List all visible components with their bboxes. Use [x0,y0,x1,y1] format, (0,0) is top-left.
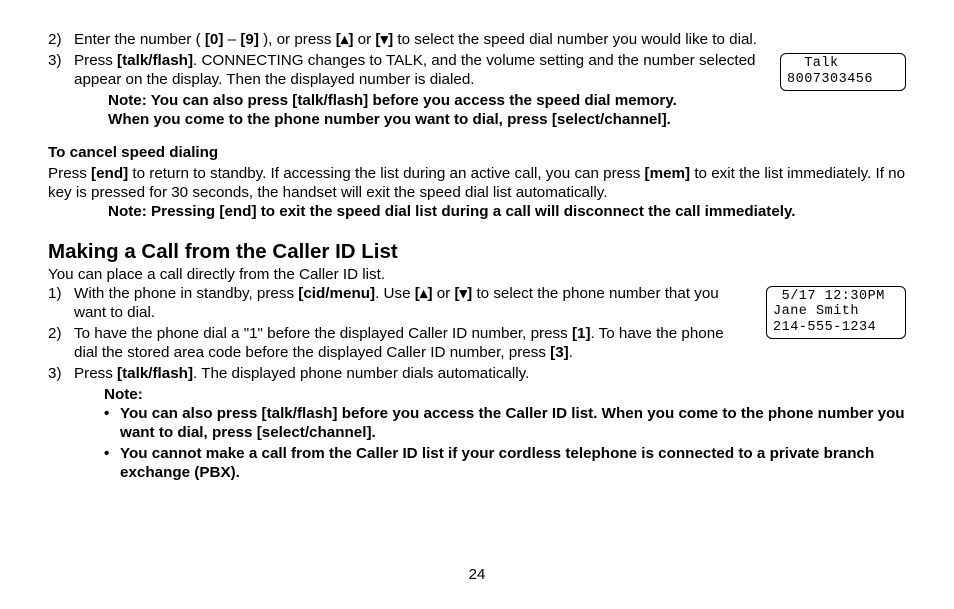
display-line1: Talk [787,56,839,71]
step-3: 3) Press [talk/flash]. CONNECTING change… [48,51,768,89]
key-up: [▴] [336,31,354,48]
t: Press [48,165,91,182]
key-3: [3] [550,344,569,361]
cid-step-3-num: 3) [48,364,74,383]
key-down: [▾] [454,285,472,302]
cid-step-1-num: 1) [48,284,74,322]
t: ), or press [259,31,336,48]
t: Enter the number ( [74,31,205,48]
key-9: [9] [240,31,259,48]
t: or [433,285,455,302]
key-down: [▾] [375,31,393,48]
display-line2: 8007303456 [787,72,873,87]
cid-step-2: 2) To have the phone dial a "1" before t… [48,324,754,362]
bullet-2: • You cannot make a call from the Caller… [104,444,906,482]
bullet-1-text: You can also press [talk/flash] before y… [120,404,906,442]
t: With the phone in standby, press [74,285,298,302]
t: . [569,344,573,361]
heading-caller-id: Making a Call from the Caller ID List [48,239,906,265]
display2-line3: 214-555-1234 [773,320,876,335]
caller-id-intro: You can place a call directly from the C… [48,265,906,284]
key-talk-flash: [talk/flash] [117,365,193,382]
step-3-body: Press [talk/flash]. CONNECTING changes t… [74,51,768,89]
t: to select the speed dial number you woul… [393,31,757,48]
t: Press [74,52,117,69]
cid-step-3: 3) Press [talk/flash]. The displayed pho… [48,364,906,383]
cid-step-2-body: To have the phone dial a "1" before the … [74,324,754,362]
step-2-body: Enter the number ( [0] – [9] ), or press… [74,30,906,49]
note-speed-dial-b: When you come to the phone number you wa… [108,110,906,129]
key-talk-flash: [talk/flash] [117,52,193,69]
key-0: [0] [205,31,224,48]
note-cancel: Note: Pressing [end] to exit the speed d… [108,202,906,221]
bullet-icon: • [104,444,120,482]
display2-line2: Jane Smith [773,304,859,319]
cid-step-2-num: 2) [48,324,74,362]
cid-step-1: 1) With the phone in standby, press [cid… [48,284,754,322]
key-up: [▴] [415,285,433,302]
cancel-heading: To cancel speed dialing [48,143,906,162]
cancel-body: Press [end] to return to standby. If acc… [48,164,906,202]
t: Press [74,365,117,382]
note-label: Note: [104,385,906,404]
display2-line1: 5/17 12:30PM [773,289,885,304]
bullet-2-text: You cannot make a call from the Caller I… [120,444,906,482]
note-speed-dial-a: Note: You can also press [talk/flash] be… [108,91,906,110]
cid-step-1-body: With the phone in standby, press [cid/me… [74,284,754,322]
key-1: [1] [572,325,591,342]
note-bullets: • You can also press [talk/flash] before… [104,404,906,482]
step-2-num: 2) [48,30,74,49]
key-cid-menu: [cid/menu] [298,285,375,302]
display-talk: Talk 8007303456 [780,53,906,91]
display-caller-id: 5/17 12:30PM Jane Smith 214-555-1234 [766,286,906,340]
bullet-icon: • [104,404,120,442]
step-3-num: 3) [48,51,74,89]
bullet-1: • You can also press [talk/flash] before… [104,404,906,442]
t: . Use [375,285,415,302]
key-mem: [mem] [645,165,691,182]
t: To have the phone dial a "1" before the … [74,325,572,342]
t: or [353,31,375,48]
step-2: 2) Enter the number ( [0] – [9] ), or pr… [48,30,906,49]
cid-step-3-body: Press [talk/flash]. The displayed phone … [74,364,906,383]
t: . The displayed phone number dials autom… [193,365,529,382]
key-end: [end] [91,165,128,182]
page-number: 24 [0,566,954,583]
t: to return to standby. If accessing the l… [128,165,644,182]
t: – [223,31,240,48]
